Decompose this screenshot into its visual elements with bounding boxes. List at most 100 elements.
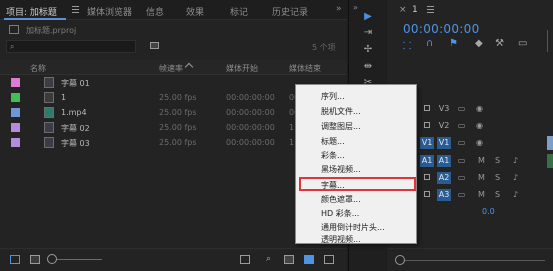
mute-button[interactable]: M [477, 173, 486, 182]
zoom-slider-track[interactable] [57, 259, 102, 260]
track-select-tool-icon[interactable]: ⇥ [363, 28, 373, 38]
microphone-icon[interactable]: ♪ [511, 173, 520, 182]
item-media-start: 00:00:00:00 [226, 93, 275, 102]
menu-item-transparent-video[interactable]: 透明视频... [321, 234, 361, 245]
menu-item-offline-file[interactable]: 脱机文件... [321, 106, 361, 117]
sequence-tab[interactable]: 1 [412, 5, 418, 15]
sync-lock-icon[interactable]: ▭ [457, 104, 466, 113]
track-name[interactable]: V1 [437, 137, 451, 149]
track-name[interactable]: V3 [437, 103, 451, 115]
item-fps: 25.00 fps [159, 123, 197, 132]
solo-button[interactable]: S [493, 190, 502, 199]
automate-to-sequence-icon[interactable] [240, 255, 250, 264]
item-name: 1 [61, 93, 67, 102]
new-bin-bottom-icon[interactable] [284, 255, 294, 264]
tab-project[interactable]: 项目: 加标题 [6, 5, 57, 18]
timeline-zoom-bar[interactable] [405, 260, 545, 261]
tab-effects[interactable]: 效果 [186, 5, 204, 18]
timeline-clip[interactable] [547, 136, 553, 150]
zoom-slider-handle[interactable] [47, 254, 57, 264]
rate-stretch-tool-icon[interactable]: ⇹ [363, 62, 373, 72]
tab-media-browser[interactable]: 媒体浏览器 [87, 5, 132, 18]
label-color-swatch[interactable] [11, 93, 20, 102]
lock-icon[interactable] [424, 174, 430, 180]
track-name[interactable]: A1 [437, 155, 451, 167]
label-color-swatch[interactable] [11, 123, 20, 132]
project-bottom-toolbar: ⌕ [0, 248, 347, 271]
label-color-swatch[interactable] [11, 138, 20, 147]
new-item-icon[interactable] [304, 255, 314, 264]
tab-info[interactable]: 信息 [146, 5, 164, 18]
source-patch-a1[interactable]: A1 [420, 155, 434, 167]
clear-icon[interactable] [324, 255, 334, 264]
icon-view-icon[interactable] [30, 255, 40, 264]
lock-icon[interactable] [424, 122, 430, 128]
tabs-overflow-icon[interactable]: » [336, 4, 342, 14]
tab-history[interactable]: 历史记录 [272, 5, 308, 18]
add-marker-icon[interactable]: ◆ [475, 38, 483, 49]
tools-overflow-icon[interactable]: » [353, 3, 358, 12]
menu-item-color-matte[interactable]: 颜色遮罩... [321, 194, 361, 205]
time-ruler[interactable] [547, 30, 553, 52]
track-name[interactable]: A3 [437, 189, 451, 201]
label-color-swatch[interactable] [11, 108, 20, 117]
tab-markers[interactable]: 标记 [230, 5, 248, 18]
ripple-edit-tool-icon[interactable]: ✢ [363, 45, 373, 55]
new-bin-icon[interactable] [150, 42, 159, 49]
track-name[interactable]: V2 [437, 120, 451, 132]
column-media-end[interactable]: 媒体结束 [289, 63, 321, 74]
item-media-start: 00:00:00:00 [226, 138, 275, 147]
list-view-icon[interactable] [10, 255, 20, 264]
caption-display-icon[interactable]: ▭ [518, 38, 527, 49]
microphone-icon[interactable]: ♪ [511, 156, 520, 165]
playhead-timecode[interactable]: 00:00:00:00 [403, 22, 480, 36]
mute-button[interactable]: M [477, 190, 486, 199]
lock-icon[interactable] [424, 105, 430, 111]
microphone-icon[interactable]: ♪ [511, 190, 520, 199]
menu-item-hd-bars[interactable]: HD 彩条... [321, 208, 359, 219]
sync-lock-icon[interactable]: ▭ [457, 121, 466, 130]
zoom-handle[interactable] [395, 255, 405, 265]
eye-icon[interactable]: ◉ [475, 104, 484, 113]
search-input[interactable] [6, 40, 136, 53]
track-name[interactable]: A2 [437, 172, 451, 184]
column-media-start[interactable]: 媒体开始 [226, 63, 258, 74]
column-name[interactable]: 名称 [30, 63, 46, 74]
eye-icon[interactable]: ◉ [475, 121, 484, 130]
master-volume-value[interactable]: 0.0 [482, 207, 495, 216]
settings-wrench-icon[interactable]: ⚒ [495, 38, 504, 49]
solo-button[interactable]: S [493, 156, 502, 165]
sync-lock-icon[interactable]: ▭ [457, 156, 466, 165]
menu-item-bars-and-tone[interactable]: 彩条... [321, 150, 345, 161]
linked-selection-icon[interactable]: ⚑ [449, 38, 458, 49]
timeline-menu-icon[interactable] [427, 6, 434, 13]
timeline-audio-clip[interactable] [547, 154, 553, 168]
active-tab-indicator [4, 18, 66, 20]
nest-toggle-icon[interactable]: ⸬ [403, 38, 411, 52]
item-fps: 25.00 fps [159, 93, 197, 102]
sync-lock-icon[interactable]: ▭ [457, 138, 466, 147]
mute-button[interactable]: M [477, 156, 486, 165]
item-media-start: 00:00:00:00 [226, 108, 275, 117]
panel-menu-icon[interactable] [72, 6, 79, 13]
source-patch-v1[interactable]: V1 [420, 137, 434, 149]
solo-button[interactable]: S [493, 173, 502, 182]
menu-item-adjustment-layer[interactable]: 调整图层... [321, 121, 361, 132]
menu-item-captions[interactable]: 字幕... [321, 180, 345, 191]
menu-item-black-video[interactable]: 黑场视频... [321, 164, 361, 175]
lock-icon[interactable] [424, 191, 430, 197]
sync-lock-icon[interactable]: ▭ [457, 173, 466, 182]
close-sequence-icon[interactable]: × [399, 5, 407, 15]
sync-lock-icon[interactable]: ▭ [457, 190, 466, 199]
snap-icon[interactable]: ∩ [426, 38, 433, 49]
label-color-swatch[interactable] [11, 78, 20, 87]
find-icon[interactable]: ⌕ [266, 255, 276, 264]
eye-icon[interactable]: ◉ [475, 138, 484, 147]
menu-item-sequence[interactable]: 序列... [321, 91, 345, 102]
selection-tool-icon[interactable]: ▶ [363, 12, 373, 22]
menu-item-countdown-leader[interactable]: 通用倒计时片头... [321, 222, 385, 233]
column-fps[interactable]: 帧速率 [159, 63, 183, 74]
item-fps: 25.00 fps [159, 138, 197, 147]
menu-item-title[interactable]: 标题... [321, 136, 345, 147]
item-name: 字幕 03 [61, 139, 90, 148]
